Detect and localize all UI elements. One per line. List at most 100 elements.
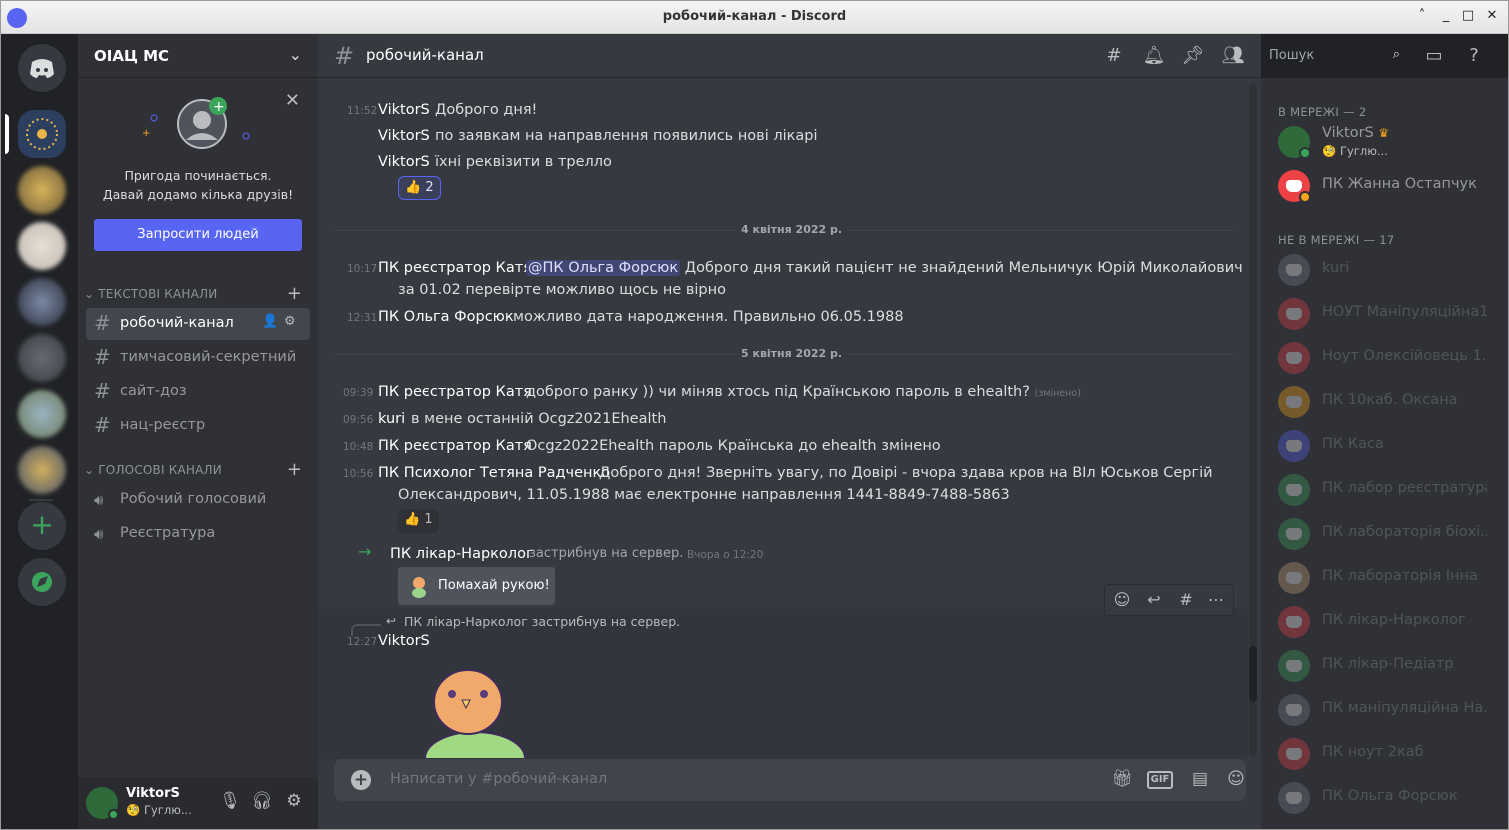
reply-icon[interactable]: ↩ [1142,590,1166,609]
user-mention[interactable]: @ПК Ольга Форсюк [526,260,681,276]
chevron-down-icon[interactable]: ⌄ [289,45,302,64]
invite-card: + + ✕ Пригода починається. Давай додамо … [78,82,318,272]
message-time: 12:31 [347,312,378,324]
scrollbar-thumb[interactable] [1249,646,1257,702]
search-input[interactable]: Пошук ⌕ [1263,44,1406,68]
headphones-icon[interactable]: 🎧︎ [251,791,273,811]
close-invite-icon[interactable]: ✕ [285,90,300,111]
server-icon-4[interactable] [18,278,66,326]
threads-icon[interactable]: # [1102,45,1126,66]
discord-logo-icon [1286,528,1302,540]
message-author[interactable]: ПК Психолог Тетяна Радченко [378,465,610,481]
voice-channel-robochyi[interactable]: 🔊︎ Робочий голосовий [86,484,310,516]
server-name: ОІАЦ МС [94,47,170,65]
add-reaction-icon[interactable]: ☺ [1110,590,1134,609]
reaction-thumbs-up[interactable]: 👍 1 [398,509,439,533]
explore-servers-icon[interactable] [18,558,66,606]
member-offline[interactable]: ПК маніпуляційна На... [1269,688,1495,732]
member-offline[interactable]: ПК Ольга Форсюк [1269,776,1495,820]
add-text-channel-icon[interactable]: + [287,283,302,304]
idle-status-icon [1299,191,1311,203]
help-icon[interactable]: ? [1462,45,1486,66]
channel-title: робочий-канал [366,46,484,64]
home-button[interactable] [18,44,66,92]
member-offline[interactable]: kuri [1269,248,1495,292]
member-offline[interactable]: ПК лікар-Нарколог [1269,600,1495,644]
server-icon-2[interactable] [18,166,66,214]
attach-plus-icon[interactable]: + [351,770,371,790]
avatar [1278,342,1310,374]
gif-button[interactable]: GIF [1147,771,1173,789]
member-name: ПК лікар-Педіатр [1322,656,1454,672]
create-thread-icon[interactable]: # [1174,590,1198,609]
pin-icon[interactable]: 📌︎ [1181,45,1205,66]
channel-name: нац-реєстр [120,417,206,433]
message-composer[interactable]: + Написати у #робочий-канал 🎁︎ GIF ▤ ☺ [334,759,1246,801]
message-author[interactable]: ViktorS [378,633,430,649]
server-oiac[interactable] [18,110,66,158]
avatar [1278,474,1310,506]
member-offline[interactable]: Ноут Олексійовець 1... [1269,336,1495,380]
avatar[interactable] [86,787,119,820]
message-text: можливо дата народження. Правильно 06.05… [513,309,904,325]
microphone-icon[interactable]: 🎙︎ [219,791,241,811]
server-icon-3[interactable] [18,222,66,270]
member-offline[interactable]: ПК лабораторія Інна [1269,556,1495,600]
message-author[interactable]: ПК реєстратор Катя [378,384,532,400]
minimize-icon[interactable]: _ [1437,8,1455,23]
member-name: НОУТ Маніпуляційна1 [1322,304,1487,320]
add-server-icon[interactable]: + [18,502,66,550]
message-author[interactable]: kuri [378,411,405,427]
date-divider-label: 4 квітня 2022 р. [735,223,849,236]
reaction-thumbs-up[interactable]: 👍 2 [398,176,441,200]
server-icon-5[interactable] [18,334,66,382]
member-offline[interactable]: ПК лабораторія біохі... [1269,512,1495,556]
inbox-icon[interactable]: ▭ [1422,45,1446,66]
invite-member-icon[interactable]: 👤 [262,314,278,329]
member-list-icon[interactable]: 👥︎ [1221,45,1245,66]
discord-logo-icon [1286,180,1302,192]
reply-preview-text[interactable]: ПК лікар-Нарколог застрибнув на сервер. [404,614,680,629]
member-viktors[interactable]: ViktorS ♛ 🧐 Гуглю... [1269,120,1495,164]
message-author[interactable]: ViktorS [378,154,430,170]
bell-icon[interactable]: 🔔︎ [1142,45,1166,66]
member-offline[interactable]: ПК лабор реєстратура [1269,468,1495,512]
discord-logo-icon [1286,792,1302,804]
message-author[interactable]: ViktorS [378,128,430,144]
server-icon-6[interactable] [18,390,66,438]
gear-icon[interactable]: ⚙ [284,314,296,329]
gear-icon[interactable]: ⚙ [283,791,305,811]
channel-robochyi-kanal[interactable]: # робочий-канал 👤 ⚙ [86,308,310,340]
wave-button[interactable]: Помахай рукою! [398,567,555,605]
collapse-icon[interactable]: ˄ [1413,8,1431,23]
emoji-icon[interactable]: ☺ [1224,769,1248,789]
avatar [1278,694,1310,726]
member-offline[interactable]: ПК лікар-Педіатр [1269,644,1495,688]
member-offline[interactable]: ПК ноут 2каб [1269,732,1495,776]
sticker-icon[interactable]: ▤ [1188,769,1212,789]
member-offline[interactable]: НОУТ Маніпуляційна1 [1269,292,1495,336]
more-icon[interactable]: ⋯ [1204,590,1228,609]
add-voice-channel-icon[interactable]: + [287,459,302,480]
member-offline[interactable]: ПК 10каб. Оксана [1269,380,1495,424]
message-author[interactable]: ПК реєстратор Катя [378,438,532,454]
channel-sait-doz[interactable]: # сайт-доз [86,376,310,408]
message-author[interactable]: ПК реєстратор Катя [378,260,532,276]
channel-tymchasovyi[interactable]: # тимчасовий-секретний [86,342,310,374]
invite-people-button[interactable]: Запросити людей [94,219,302,251]
message-author[interactable]: ПК лікар-Нарколог [390,546,534,562]
voice-channels-category[interactable]: ⌄ ГОЛОСОВІ КАНАЛИ [84,463,222,477]
server-icon-7[interactable] [18,446,66,494]
member-offline[interactable]: ПК Каса [1269,424,1495,468]
close-window-icon[interactable]: ✕ [1483,8,1501,23]
text-channels-category[interactable]: ⌄ ТЕКСТОВІ КАНАЛИ [84,287,217,301]
join-arrow-icon: → [358,542,372,561]
message-author[interactable]: ViktorS [378,102,430,118]
maximize-icon[interactable]: □ [1459,8,1477,23]
server-header[interactable]: ОІАЦ МС ⌄ [78,34,318,78]
channel-nats-reiestr[interactable]: # нац-реєстр [86,410,310,442]
message-author[interactable]: ПК Ольга Форсюк [378,309,514,325]
member-zhanna[interactable]: ПК Жанна Остапчук [1269,164,1495,208]
gift-icon[interactable]: 🎁︎ [1110,769,1134,789]
voice-channel-reiestratura[interactable]: 🔊︎ Реєстратура [86,518,310,550]
